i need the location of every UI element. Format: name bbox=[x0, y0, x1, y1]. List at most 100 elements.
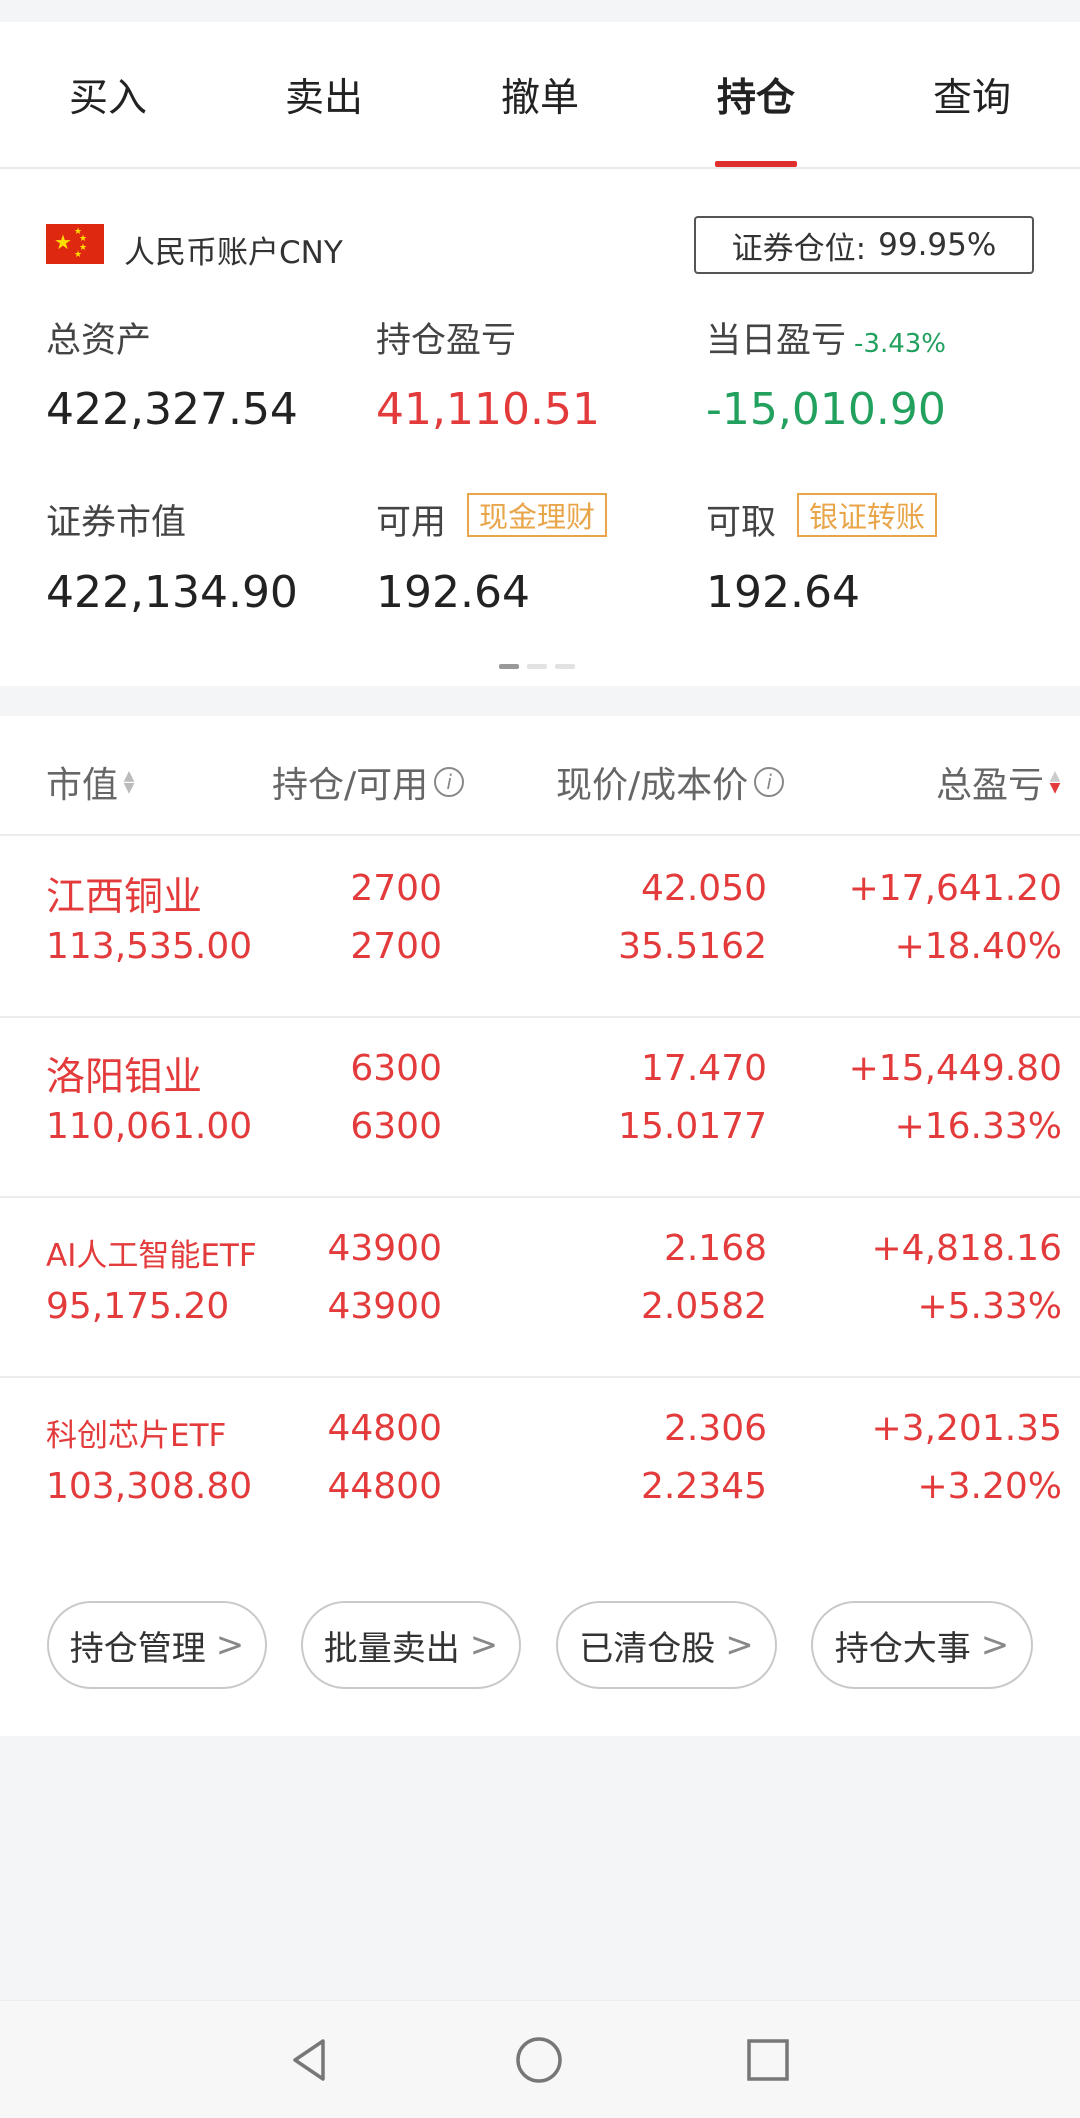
pill-label: 已清仓股 bbox=[579, 1628, 716, 1669]
status-area bbox=[0, 0, 1080, 22]
available-qty: 44800 bbox=[327, 1466, 442, 1507]
chevron-right-icon: > bbox=[980, 1625, 1010, 1665]
active-tab-indicator bbox=[715, 161, 797, 167]
total-pl: +3,201.35 bbox=[871, 1408, 1062, 1449]
holding-qty: 2700 bbox=[350, 868, 442, 909]
header-label: 现价/成本价 bbox=[556, 765, 749, 806]
holding-pl-label: 持仓盈亏 bbox=[376, 321, 517, 361]
available-value: 192.64 bbox=[376, 567, 530, 618]
account-name: 人民币账户CNY bbox=[124, 235, 343, 271]
available-qty: 6300 bbox=[350, 1106, 442, 1147]
cost-price: 35.5162 bbox=[618, 926, 767, 967]
table-row[interactable]: 江西铜业 113,535.00 2700 2700 42.050 35.5162… bbox=[0, 836, 1080, 1018]
cost-price: 2.2345 bbox=[641, 1466, 767, 1507]
list-header: 市值 ▲ ▼ 持仓/可用 i 现价/成本价 i 总盈亏 ▲ ▼ bbox=[0, 716, 1080, 836]
tab-label: 卖出 bbox=[284, 75, 363, 121]
total-pl-percent: +18.40% bbox=[894, 926, 1062, 967]
stock-name: AI人工智能ETF bbox=[46, 1238, 257, 1274]
holding-events-button[interactable]: 持仓大事 > bbox=[811, 1601, 1033, 1689]
current-price: 2.168 bbox=[663, 1228, 767, 1269]
market-value-label: 证券市值 bbox=[46, 503, 187, 543]
current-price: 42.050 bbox=[641, 868, 767, 909]
daily-pl-percent: -3.43% bbox=[854, 329, 946, 359]
stock-market-value: 95,175.20 bbox=[46, 1286, 230, 1327]
page-dot bbox=[527, 664, 547, 669]
tab-cancel[interactable]: 撤单 bbox=[432, 22, 648, 167]
holding-pl-value: 41,110.51 bbox=[376, 384, 600, 435]
header-label: 市值 bbox=[46, 765, 119, 806]
info-icon[interactable]: i bbox=[434, 767, 465, 797]
home-icon[interactable] bbox=[514, 2035, 564, 2085]
page-indicator bbox=[499, 664, 575, 669]
stock-name: 江西铜业 bbox=[46, 875, 203, 920]
tab-label: 买入 bbox=[68, 75, 147, 121]
trade-tabs: 买入 卖出 撤单 持仓 查询 bbox=[0, 22, 1080, 169]
cash-management-tag[interactable]: 现金理财 bbox=[467, 493, 608, 537]
current-price: 17.470 bbox=[641, 1048, 767, 1089]
current-price: 2.306 bbox=[663, 1408, 767, 1449]
position-ratio-button[interactable]: 证券仓位: 99.95% bbox=[694, 216, 1034, 274]
tab-sell[interactable]: 卖出 bbox=[216, 22, 432, 167]
page-dot bbox=[555, 664, 575, 669]
total-pl: +17,641.20 bbox=[848, 868, 1062, 909]
stock-name: 洛阳钼业 bbox=[46, 1055, 203, 1100]
stock-market-value: 103,308.80 bbox=[46, 1466, 253, 1507]
tab-query[interactable]: 查询 bbox=[864, 22, 1080, 167]
tab-label: 持仓 bbox=[716, 75, 795, 121]
position-ratio-value: 99.95% bbox=[878, 227, 997, 263]
holding-management-button[interactable]: 持仓管理 > bbox=[47, 1601, 267, 1689]
header-price-cost[interactable]: 现价/成本价 i bbox=[556, 756, 785, 808]
cleared-stocks-button[interactable]: 已清仓股 > bbox=[556, 1601, 777, 1689]
stock-name: 科创芯片ETF bbox=[46, 1418, 227, 1454]
table-row[interactable]: 洛阳钼业 110,061.00 6300 6300 17.470 15.0177… bbox=[0, 1016, 1080, 1198]
tab-label: 查询 bbox=[932, 75, 1011, 121]
stock-market-value: 113,535.00 bbox=[46, 926, 253, 967]
market-value-value: 422,134.90 bbox=[46, 567, 298, 618]
cost-price: 2.0582 bbox=[641, 1286, 767, 1327]
pill-label: 持仓管理 bbox=[69, 1628, 206, 1669]
withdrawable-label: 可取 bbox=[706, 503, 777, 543]
stock-market-value: 110,061.00 bbox=[46, 1106, 253, 1147]
total-pl-percent: +16.33% bbox=[894, 1106, 1062, 1147]
sort-market-value[interactable]: 市值 ▲ ▼ bbox=[46, 756, 136, 808]
total-pl: +15,449.80 bbox=[848, 1048, 1062, 1089]
table-row[interactable]: 科创芯片ETF 103,308.80 44800 44800 2.306 2.2… bbox=[0, 1376, 1080, 1556]
tab-label: 撤单 bbox=[500, 75, 579, 121]
system-navigation-bar bbox=[0, 2000, 1080, 2118]
recents-icon[interactable] bbox=[743, 2035, 793, 2085]
info-icon[interactable]: i bbox=[754, 767, 785, 797]
holding-qty: 44800 bbox=[327, 1408, 442, 1449]
chevron-right-icon: > bbox=[469, 1625, 499, 1665]
header-label: 总盈亏 bbox=[935, 765, 1044, 806]
pill-label: 批量卖出 bbox=[323, 1628, 460, 1669]
tab-holdings[interactable]: 持仓 bbox=[648, 22, 864, 167]
available-label: 可用 bbox=[376, 503, 447, 543]
total-pl: +4,818.16 bbox=[871, 1228, 1062, 1269]
tab-buy[interactable]: 买入 bbox=[0, 22, 216, 167]
account-summary: ★ ★ ★ ★ ★ 人民币账户CNY 证券仓位: 99.95% 总资产 422,… bbox=[0, 169, 1080, 686]
daily-pl-label-group: 当日盈亏 -3.43% bbox=[706, 312, 946, 363]
holding-qty: 43900 bbox=[327, 1228, 442, 1269]
pill-label: 持仓大事 bbox=[834, 1628, 971, 1669]
bank-transfer-tag[interactable]: 银证转账 bbox=[797, 493, 938, 537]
sort-icon: ▲ ▼ bbox=[123, 768, 135, 796]
sort-total-pl[interactable]: 总盈亏 ▲ ▼ bbox=[936, 756, 1062, 808]
sort-desc-icon: ▲ ▼ bbox=[1049, 768, 1061, 796]
daily-pl-value: -15,010.90 bbox=[706, 384, 946, 435]
daily-pl-label: 当日盈亏 bbox=[706, 321, 847, 361]
header-label: 持仓/可用 bbox=[272, 765, 429, 806]
total-assets-label: 总资产 bbox=[46, 321, 152, 361]
total-assets-value: 422,327.54 bbox=[46, 384, 298, 435]
chevron-right-icon: > bbox=[215, 1625, 245, 1665]
available-qty: 43900 bbox=[327, 1286, 442, 1327]
batch-sell-button[interactable]: 批量卖出 > bbox=[301, 1601, 521, 1689]
holding-qty: 6300 bbox=[350, 1048, 442, 1089]
header-holding-available[interactable]: 持仓/可用 i bbox=[272, 756, 465, 808]
available-qty: 2700 bbox=[350, 926, 442, 967]
position-ratio-label: 证券仓位: bbox=[731, 230, 867, 267]
table-row[interactable]: AI人工智能ETF 95,175.20 43900 43900 2.168 2.… bbox=[0, 1196, 1080, 1378]
back-icon[interactable] bbox=[285, 2035, 335, 2085]
cost-price: 15.0177 bbox=[618, 1106, 767, 1147]
withdrawable-value: 192.64 bbox=[706, 567, 860, 618]
chevron-right-icon: > bbox=[725, 1625, 754, 1665]
